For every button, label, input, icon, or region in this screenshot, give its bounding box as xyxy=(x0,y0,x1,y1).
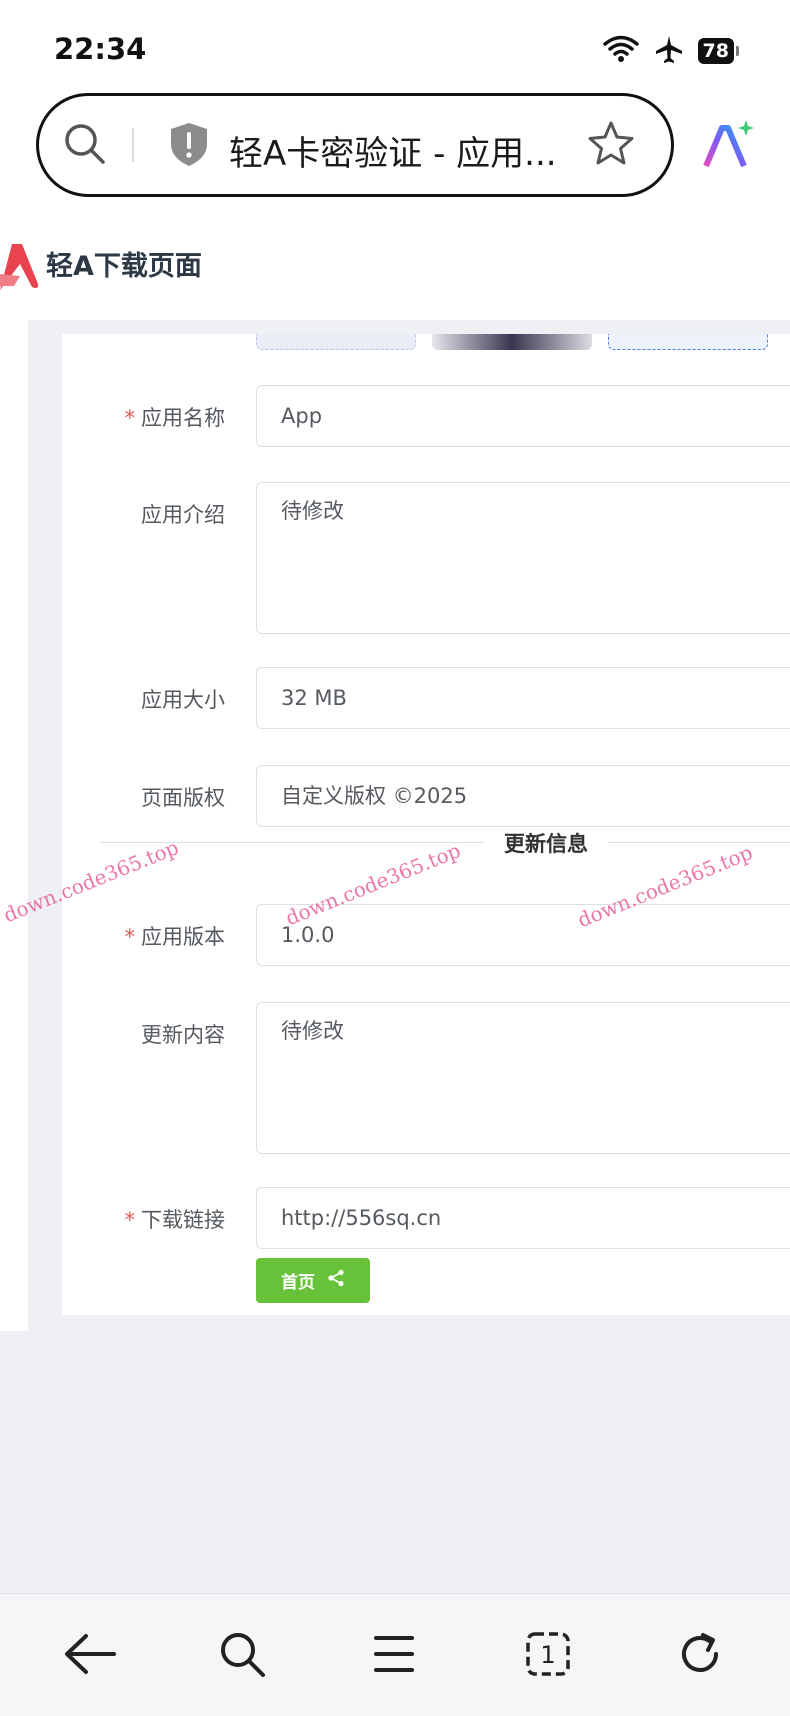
update-info-divider: 更新信息 xyxy=(100,812,790,858)
app-version-label: * 应用版本 xyxy=(125,921,226,951)
page-title[interactable]: 轻A卡密验证 - 应用... xyxy=(229,126,609,175)
share-icon xyxy=(327,1269,345,1292)
site-title: 轻A下载页面 xyxy=(46,251,202,282)
form-row-app-intro: 应用介绍 待修改 xyxy=(62,482,790,634)
brand-logo-icon[interactable] xyxy=(0,240,42,296)
download-link-input[interactable]: http://556sq.cn xyxy=(256,1187,790,1249)
app-intro-textarea[interactable]: 待修改 xyxy=(256,482,790,634)
shield-warning-icon[interactable] xyxy=(167,120,211,172)
form-row-app-name: * 应用名称 App xyxy=(62,385,790,447)
app-name-label: * 应用名称 xyxy=(125,402,226,432)
address-bar-divider xyxy=(132,128,134,162)
app-name-input[interactable]: App xyxy=(256,385,790,447)
back-arrow-icon[interactable] xyxy=(60,1624,120,1684)
form-row-app-version: * 应用版本 1.0.0 xyxy=(62,904,790,966)
search-icon[interactable] xyxy=(61,120,109,172)
ai-assistant-icon[interactable] xyxy=(700,118,756,178)
tab-count: 1 xyxy=(540,1641,555,1669)
home-button-label: 首页 xyxy=(281,1273,315,1293)
status-icons: 78 xyxy=(602,34,740,68)
tabs-icon[interactable]: 1 xyxy=(518,1624,578,1684)
bookmark-star-icon[interactable] xyxy=(585,118,637,174)
airplane-icon xyxy=(654,34,684,68)
app-size-label: 应用大小 xyxy=(141,688,225,712)
address-bar[interactable]: 轻A卡密验证 - 应用... xyxy=(36,93,674,197)
screenshot-thumbnail[interactable] xyxy=(608,334,768,350)
update-content-textarea[interactable]: 待修改 xyxy=(256,1002,790,1154)
refresh-icon[interactable] xyxy=(670,1624,730,1684)
screenshot-thumbnail[interactable] xyxy=(256,334,416,350)
status-time: 22:34 xyxy=(54,32,147,66)
download-link-label: * 下载链接 xyxy=(125,1204,226,1234)
app-size-input[interactable]: 32 MB xyxy=(256,667,790,729)
required-mark: * xyxy=(124,406,136,430)
form-row-update-content: 更新内容 待修改 xyxy=(62,1002,790,1154)
label-text: 应用名称 xyxy=(141,406,225,430)
update-content-label: 更新内容 xyxy=(141,1023,225,1047)
required-mark: * xyxy=(124,1208,136,1232)
menu-icon[interactable] xyxy=(364,1624,424,1684)
content-side-strip xyxy=(0,320,28,1331)
browser-bottom-nav: 1 xyxy=(0,1593,790,1716)
screenshot-thumbnail[interactable] xyxy=(432,334,592,350)
site-header: 轻A下载页面 xyxy=(0,220,790,300)
home-share-button[interactable]: 首页 xyxy=(256,1258,370,1303)
status-bar: 22:34 78 xyxy=(0,0,790,92)
app-version-input[interactable]: 1.0.0 xyxy=(256,904,790,966)
search-icon[interactable] xyxy=(212,1624,272,1684)
copyright-label: 页面版权 xyxy=(141,786,225,810)
required-mark: * xyxy=(124,925,136,949)
form-row-app-size: 应用大小 32 MB xyxy=(62,667,790,729)
label-text: 下载链接 xyxy=(141,1208,225,1232)
app-intro-label: 应用介绍 xyxy=(141,503,225,527)
battery-icon: 78 xyxy=(697,38,740,64)
settings-form-card: * 应用名称 App 应用介绍 待修改 应用大小 32 MB 页面版权 自定义版权… xyxy=(62,334,790,1315)
divider-title: 更新信息 xyxy=(484,828,608,858)
label-text: 应用版本 xyxy=(141,925,225,949)
wifi-icon xyxy=(602,34,640,68)
form-row-download-link: * 下载链接 http://556sq.cn xyxy=(62,1187,790,1249)
